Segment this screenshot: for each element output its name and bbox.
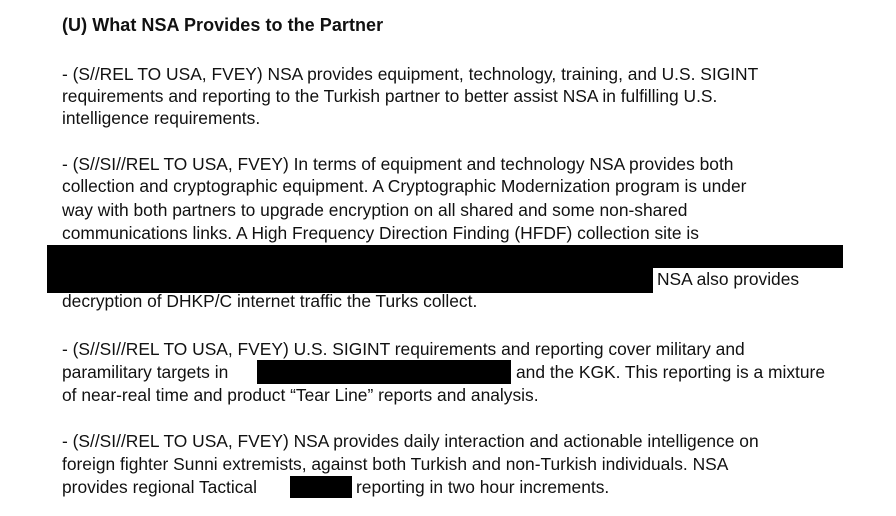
paragraph-3-line-2b: and the KGK. This reporting is a mixture	[516, 362, 825, 382]
paragraph-4-line-2: foreign fighter Sunni extremists, agains…	[62, 454, 729, 474]
paragraph-2-line-6: decryption of DHKP/C internet traffic th…	[62, 291, 478, 311]
paragraph-3-line-2a: paramilitary targets in	[62, 362, 229, 382]
redaction-bar	[290, 476, 352, 498]
paragraph-1-line-3: intelligence requirements.	[62, 108, 261, 128]
paragraph-4-line-1: - (S//SI//REL TO USA, FVEY) NSA provides…	[62, 431, 759, 451]
paragraph-1-line-2: requirements and reporting to the Turkis…	[62, 86, 718, 106]
paragraph-3-line-1: - (S//SI//REL TO USA, FVEY) U.S. SIGINT …	[62, 339, 745, 359]
paragraph-4-line-3a: provides regional Tactical	[62, 477, 257, 497]
paragraph-2-line-5: NSA also provides	[657, 269, 800, 289]
paragraph-1-line-1: - (S//REL TO USA, FVEY) NSA provides equ…	[62, 64, 759, 84]
redaction-bar	[257, 360, 511, 384]
document-page: (U) What NSA Provides to the Partner - (…	[0, 0, 896, 516]
paragraph-4-line-3b: reporting in two hour increments.	[356, 477, 610, 497]
paragraph-2-line-3: way with both partners to upgrade encryp…	[62, 200, 688, 220]
paragraph-2-line-4: communications links. A High Frequency D…	[62, 223, 699, 243]
paragraph-2-line-1: - (S//SI//REL TO USA, FVEY) In terms of …	[62, 154, 734, 174]
redaction-bar	[47, 245, 843, 268]
redaction-bar	[47, 266, 653, 293]
paragraph-2-line-2: collection and cryptographic equipment. …	[62, 176, 747, 196]
paragraph-3-line-3: of near-real time and product “Tear Line…	[62, 385, 539, 405]
section-heading: (U) What NSA Provides to the Partner	[62, 15, 384, 35]
